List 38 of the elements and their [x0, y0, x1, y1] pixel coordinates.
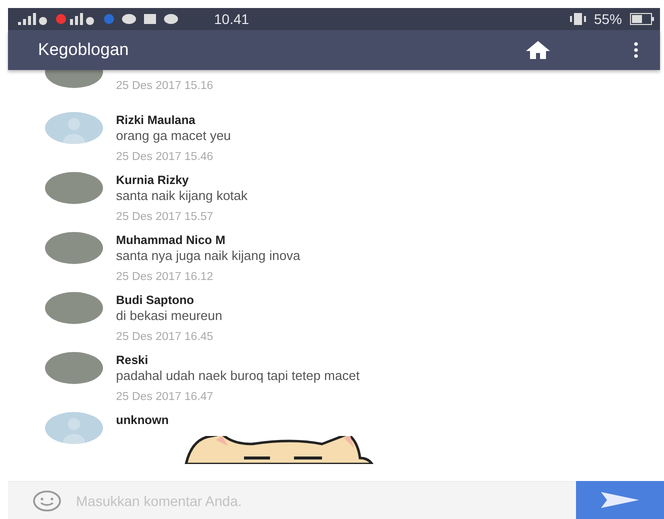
comment-text: padahal udah naek buroq tapi tetep macet: [116, 368, 360, 384]
comment-text: di bekasi meureun: [116, 308, 222, 324]
comment-text: orang ga macet yeu: [116, 128, 231, 144]
vibrate-icon: [570, 13, 586, 25]
comment-timestamp: 25 Des 2017 16.47: [116, 390, 214, 404]
commenter-name: Reski: [116, 353, 150, 368]
app-title: Kegoblogan: [38, 40, 130, 60]
app-notification-icon: [104, 14, 114, 24]
avatar-photo-placeholder: [45, 172, 103, 204]
clock-time: 10.41: [214, 11, 250, 27]
signal-icon: [18, 13, 48, 25]
comment-timestamp: 25 Des 2017 15.46: [116, 150, 214, 164]
avatar-photo-placeholder: [45, 232, 103, 264]
signal-icon: [56, 13, 96, 25]
emoji-button[interactable]: [8, 481, 76, 519]
commenter-name: unknown: [116, 413, 169, 428]
commenter-name: Rizki Maulana: [116, 113, 196, 128]
avatar-photo-placeholder: [45, 352, 103, 384]
commenter-name: Muhammad Nico M: [116, 233, 226, 248]
chat-bubble-icon: [164, 14, 178, 24]
avatar-photo-placeholder: [45, 292, 103, 324]
comment-timestamp: 25 Des 2017 15.57: [116, 210, 214, 224]
comment-timestamp: 25 Des 2017 16.45: [116, 330, 214, 344]
comment-timestamp: 25 Des 2017 16.12: [116, 270, 214, 284]
send-button[interactable]: [576, 481, 664, 519]
more-options-button[interactable]: [634, 42, 638, 58]
smiley-icon: [32, 490, 62, 512]
comment-timestamp: 25 Des 2017 15.16: [116, 79, 214, 93]
home-button[interactable]: [526, 41, 550, 59]
send-icon: [601, 492, 639, 508]
battery-icon: [630, 13, 654, 25]
image-icon: [144, 14, 156, 24]
battery-percentage: 55%: [594, 11, 622, 27]
comment-text: santa naik kijang kotak: [116, 188, 248, 204]
commenter-name: Kurnia Rizky: [116, 173, 190, 188]
comment-text: santa nya juga naik kijang inova: [116, 248, 300, 264]
commenter-name: Budi Saptono: [116, 293, 195, 308]
chat-bubble-icon: [122, 14, 136, 24]
